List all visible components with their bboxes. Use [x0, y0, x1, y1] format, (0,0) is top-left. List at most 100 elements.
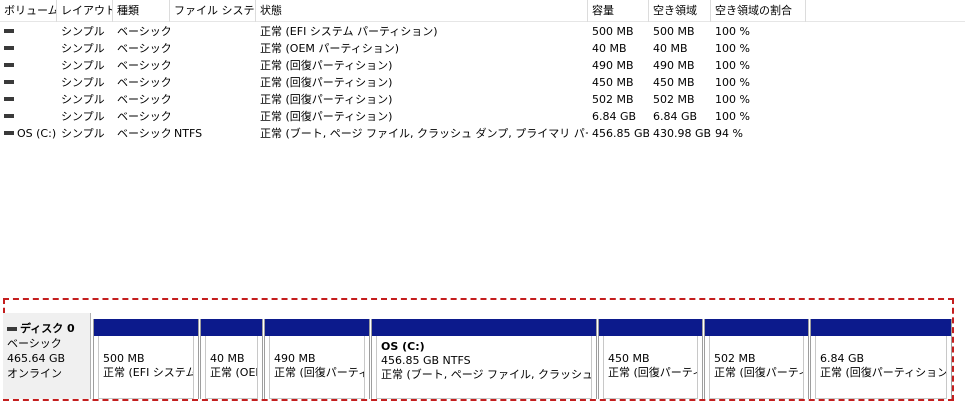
volume-free-percent: 100 % [715, 110, 750, 123]
drive-icon [4, 80, 14, 84]
disk-name: ディスク 0 [20, 322, 75, 335]
partition-block[interactable]: 40 MB 正常 (OEI [200, 319, 263, 399]
partition-block[interactable]: 490 MB 正常 (回復パーティ [264, 319, 370, 399]
partition-status: 正常 (回復パーティ [608, 366, 698, 379]
partition-block[interactable]: 502 MB 正常 (回復パーティ [704, 319, 809, 399]
volume-name-cell [0, 91, 57, 108]
volume-name-cell [0, 57, 57, 74]
volume-row[interactable]: シンプル ベーシック 正常 (回復パーティション) 502 MB 502 MB … [0, 91, 965, 108]
volume-name-cell [0, 40, 57, 57]
volume-type: ベーシック [117, 110, 170, 123]
volume-capacity: 500 MB [592, 25, 634, 38]
column-header-free-space[interactable]: 空き領域 [649, 0, 711, 22]
volume-capacity: 502 MB [592, 93, 634, 106]
volume-status: 正常 (回復パーティション) [260, 76, 393, 89]
partition-bar [811, 319, 951, 336]
disk-type: ベーシック [7, 337, 62, 350]
partition-bar [94, 319, 198, 336]
partition-body: 450 MB 正常 (回復パーティ [603, 336, 698, 399]
volume-capacity: 6.84 GB [592, 110, 637, 123]
column-header-empty [806, 0, 965, 22]
column-header-capacity[interactable]: 容量 [588, 0, 649, 22]
volume-free-percent: 94 % [715, 127, 743, 140]
volume-status: 正常 (回復パーティション) [260, 110, 393, 123]
volume-row[interactable]: シンプル ベーシック 正常 (回復パーティション) 450 MB 450 MB … [0, 74, 965, 91]
partition-block[interactable]: 500 MB 正常 (EFI システム パ [93, 319, 199, 399]
volume-capacity: 456.85 GB [592, 127, 649, 140]
column-header-free-percent[interactable]: 空き領域の割合 [711, 0, 806, 22]
volume-row[interactable]: シンプル ベーシック 正常 (OEM パーティション) 40 MB 40 MB … [0, 40, 965, 57]
partition-body: 6.84 GB 正常 (回復パーティション) [815, 336, 947, 399]
partition-size: 40 MB [210, 352, 245, 365]
volume-capacity: 450 MB [592, 76, 634, 89]
volume-filesystem [170, 74, 256, 91]
volume-free-percent: 100 % [715, 42, 750, 55]
partition-bar [201, 319, 262, 336]
volume-filesystem [170, 91, 256, 108]
partition-size: 490 MB [274, 352, 316, 365]
partition-body: 502 MB 正常 (回復パーティ [709, 336, 804, 399]
drive-icon [4, 63, 14, 67]
volume-layout: シンプル [61, 110, 105, 123]
volume-list: ボリューム レイアウト 種類 ファイル システム 状態 容量 空き領域 空き領域… [0, 0, 965, 300]
volume-layout: シンプル [61, 59, 105, 72]
partition-body: OS (C:) 456.85 GB NTFS 正常 (ブート, ページ ファイル… [376, 336, 592, 399]
column-header-volume[interactable]: ボリューム [0, 0, 57, 22]
partition-bar [372, 319, 596, 336]
partition-body: 490 MB 正常 (回復パーティ [269, 336, 365, 399]
partition-block[interactable]: 450 MB 正常 (回復パーティ [598, 319, 703, 399]
volume-free-percent: 100 % [715, 93, 750, 106]
drive-icon [4, 46, 14, 50]
volume-row[interactable]: シンプル ベーシック 正常 (回復パーティション) 6.84 GB 6.84 G… [0, 108, 965, 125]
volume-free-space: 430.98 GB [653, 127, 711, 140]
column-header-filesystem[interactable]: ファイル システム [170, 0, 256, 22]
volume-free-space: 490 MB [653, 59, 695, 72]
disk-info[interactable]: ディスク 0 ベーシック 465.64 GB オンライン [3, 313, 91, 399]
volume-layout: シンプル [61, 76, 105, 89]
volume-status: 正常 (回復パーティション) [260, 93, 393, 106]
volume-status: 正常 (ブート, ページ ファイル, クラッシュ ダンプ, プライマリ パーティ… [260, 127, 588, 140]
volume-row[interactable]: シンプル ベーシック 正常 (EFI システム パーティション) 500 MB … [0, 23, 965, 40]
volume-free-space: 500 MB [653, 25, 695, 38]
volume-free-percent: 100 % [715, 25, 750, 38]
column-header-layout[interactable]: レイアウト [57, 0, 113, 22]
volume-type: ベーシック [117, 42, 170, 55]
partition-title: OS (C:) [381, 340, 425, 353]
volume-type: ベーシック [117, 25, 170, 38]
partition-status: 正常 (ブート, ページ ファイル, クラッシュ ダンプ, [381, 368, 592, 381]
volume-free-space: 450 MB [653, 76, 695, 89]
volume-row[interactable]: OS (C:) シンプル ベーシック NTFS 正常 (ブート, ページ ファイ… [0, 125, 965, 142]
column-header-status[interactable]: 状態 [256, 0, 588, 22]
volume-name: OS (C:) [17, 127, 57, 140]
partition-size: 502 MB [714, 352, 756, 365]
disk-size: 465.64 GB [7, 352, 66, 365]
volume-filesystem [170, 40, 256, 57]
partition-size: 450 MB [608, 352, 650, 365]
volume-type: ベーシック [117, 59, 170, 72]
disk-state: オンライン [7, 367, 62, 380]
partition-body: 500 MB 正常 (EFI システム パ [98, 336, 194, 399]
volume-layout: シンプル [61, 25, 105, 38]
volume-row[interactable]: シンプル ベーシック 正常 (回復パーティション) 490 MB 490 MB … [0, 57, 965, 74]
partition-block-os[interactable]: OS (C:) 456.85 GB NTFS 正常 (ブート, ページ ファイル… [371, 319, 597, 399]
partition-size: 500 MB [103, 352, 145, 365]
column-header-row: ボリューム レイアウト 種類 ファイル システム 状態 容量 空き領域 空き領域… [0, 0, 965, 22]
volume-free-space: 6.84 GB [653, 110, 698, 123]
volume-name-cell: OS (C:) [0, 125, 57, 142]
partition-block[interactable]: 6.84 GB 正常 (回復パーティション) [810, 319, 952, 399]
partition-body: 40 MB 正常 (OEI [205, 336, 258, 399]
volume-filesystem [170, 23, 256, 40]
partition-status: 正常 (回復パーティ [714, 366, 804, 379]
partition-bar [265, 319, 369, 336]
volume-layout: シンプル [61, 127, 105, 140]
partition-bar [599, 319, 702, 336]
drive-icon [4, 114, 14, 118]
volume-free-percent: 100 % [715, 59, 750, 72]
partition-size: 456.85 GB NTFS [381, 354, 471, 367]
disk-name-row: ディスク 0 [7, 321, 90, 336]
volume-layout: シンプル [61, 93, 105, 106]
volume-filesystem: NTFS [174, 127, 203, 140]
partition-status: 正常 (OEI [210, 366, 258, 379]
column-header-type[interactable]: 種類 [113, 0, 170, 22]
volume-type: ベーシック [117, 127, 170, 140]
